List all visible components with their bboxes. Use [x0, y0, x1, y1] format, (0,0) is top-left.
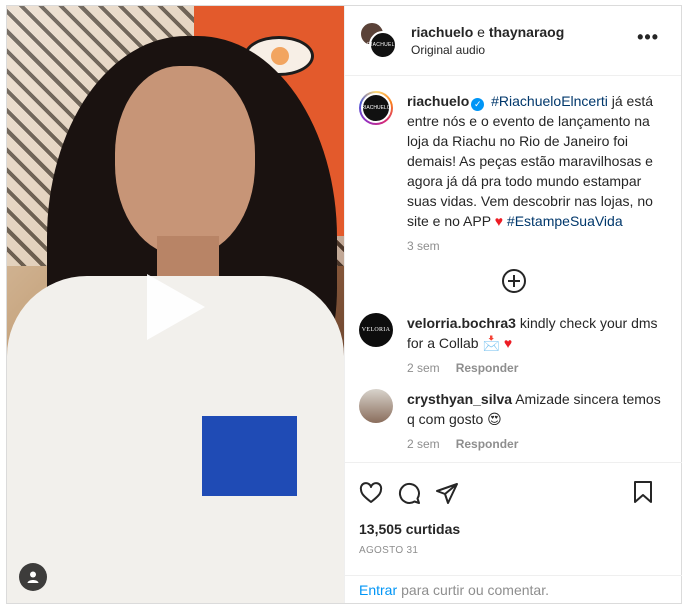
author-link-thaynaraog[interactable]: thaynaraog: [489, 24, 564, 40]
hashtag-link[interactable]: #RiachueloElncerti: [491, 93, 608, 109]
red-heart-emoji: ♥: [494, 213, 504, 229]
post-header: RIACHUELO riachuelo e thaynaraog Origina…: [345, 6, 681, 76]
load-more-comments[interactable]: [359, 269, 668, 293]
post-authors: riachuelo e thaynaraog: [411, 24, 565, 40]
post-actions: 13,505 curtidas AGOSTO 31: [345, 462, 682, 577]
post-sidebar: RIACHUELO riachuelo e thaynaraog Origina…: [344, 6, 682, 603]
comments-list[interactable]: RIACHUELO riachuelo ✓ #RiachueloElncerti …: [345, 77, 682, 462]
comment-avatar[interactable]: [359, 389, 393, 423]
comment-username[interactable]: velorria.bochra3: [407, 315, 516, 331]
person-face: [115, 66, 255, 256]
comment-username[interactable]: crysthyan_silva: [407, 391, 512, 407]
comment-item: crysthyan_silva Amizade sincera temos q …: [359, 389, 668, 451]
comment-time[interactable]: 2 sem: [407, 361, 440, 375]
play-icon[interactable]: [147, 274, 205, 340]
avatar-riachuelo[interactable]: RIACHUELO: [367, 30, 399, 59]
share-icon[interactable]: [435, 481, 459, 505]
login-prompt-text: para curtir ou comentar.: [401, 581, 549, 598]
comment-icon[interactable]: [397, 481, 421, 505]
caption-time[interactable]: 3 sem: [407, 239, 440, 253]
author-link-riachuelo[interactable]: riachuelo: [411, 24, 473, 40]
post-date[interactable]: AGOSTO 31: [359, 545, 668, 556]
caption-avatar[interactable]: RIACHUELO: [359, 91, 393, 125]
likes-count[interactable]: 13,505 curtidas: [359, 521, 668, 537]
more-options-icon[interactable]: •••: [637, 28, 659, 46]
hashtag-link[interactable]: #EstampeSuaVida: [507, 213, 623, 229]
reply-button[interactable]: Responder: [456, 437, 519, 451]
comment-time[interactable]: 2 sem: [407, 437, 440, 451]
login-link[interactable]: Entrar: [359, 582, 397, 598]
red-heart-emoji: ♥: [503, 335, 513, 351]
caption-text: já está entre nós e o evento de lançamen…: [407, 93, 654, 229]
comment-item: VELORIA velorria.bochra3 kindly check yo…: [359, 313, 668, 375]
bookmark-icon[interactable]: [632, 480, 654, 504]
post-dialog: RIACHUELO riachuelo e thaynaraog Origina…: [6, 5, 682, 604]
collab-avatars[interactable]: RIACHUELO: [359, 20, 401, 61]
audio-link[interactable]: Original audio: [411, 43, 564, 57]
video-player[interactable]: [7, 6, 344, 603]
login-prompt: Entrar para curtir ou comentar.: [345, 575, 682, 603]
user-tag-icon[interactable]: [19, 563, 47, 591]
reply-button[interactable]: Responder: [456, 361, 519, 375]
verified-badge-icon: ✓: [471, 98, 485, 111]
plus-circle-icon[interactable]: [501, 269, 526, 293]
caption-username[interactable]: riachuelo: [407, 93, 469, 109]
heart-icon[interactable]: [359, 481, 383, 505]
comment-avatar[interactable]: VELORIA: [359, 313, 393, 347]
caption: RIACHUELO riachuelo ✓ #RiachueloElncerti …: [359, 91, 668, 253]
